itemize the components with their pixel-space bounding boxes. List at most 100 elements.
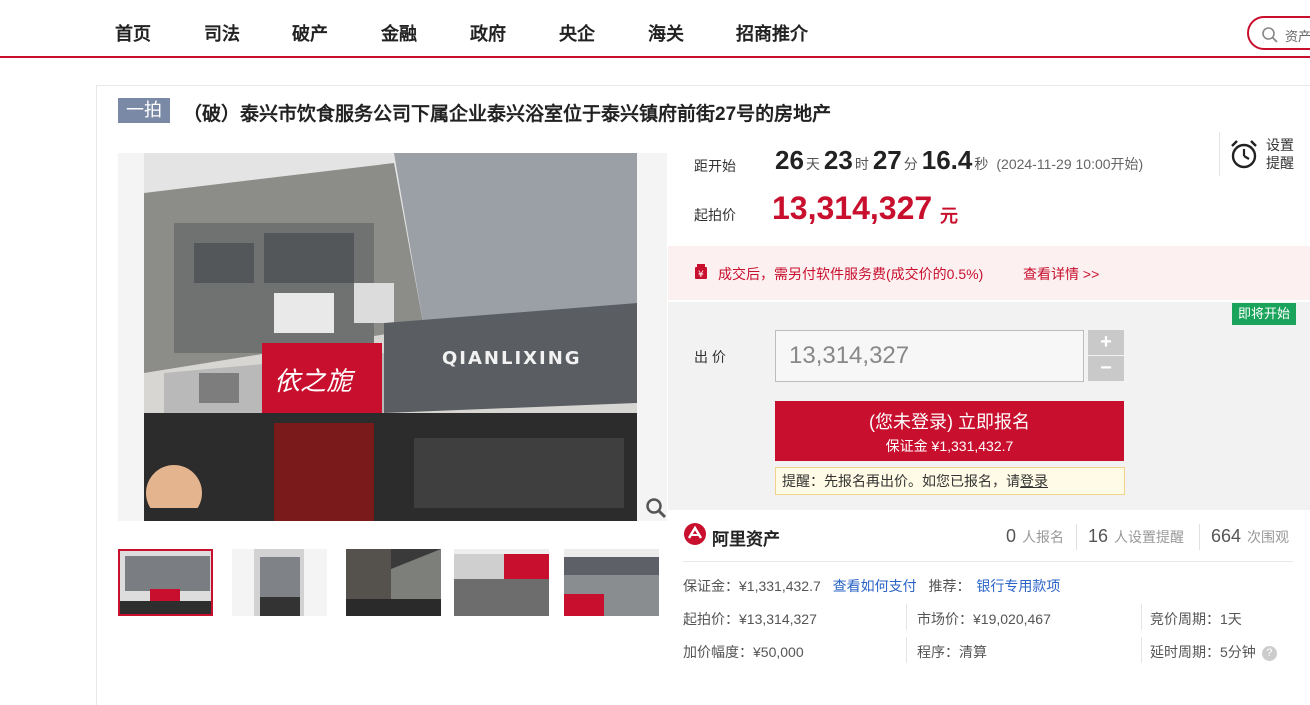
extension-row: 延时周期：5分钟? — [1150, 642, 1277, 662]
platform-name: 阿里资产 — [712, 530, 780, 549]
increment-row: 加价幅度：¥50,000 — [683, 642, 804, 662]
tip-text: 提醒：先报名再出价。如您已报名，请 — [782, 473, 1020, 489]
main-photo[interactable]: 依之旎 QIANLIXING — [118, 153, 667, 521]
detail-divider — [906, 637, 907, 663]
nav-item-investment[interactable]: 招商推介 — [736, 20, 808, 46]
extension-label: 延时周期： — [1150, 644, 1220, 660]
detail-divider — [1141, 637, 1142, 663]
status-badge: 即将开始 — [1232, 303, 1297, 325]
building-photo: 依之旎 QIANLIXING — [144, 153, 637, 521]
procedure-value: 清算 — [959, 644, 987, 660]
countdown-days-unit: 天 — [805, 156, 820, 172]
thumbnail-3[interactable] — [346, 549, 441, 616]
ali-asset-logo-icon — [684, 523, 706, 545]
service-fee-notice: ¥ 成交后，需另付软件服务费(成交价的0.5%) 查看详情 >> — [668, 246, 1310, 300]
countdown-days: 26 — [775, 145, 804, 175]
start-price-label: 起拍价 — [694, 207, 736, 223]
nav-item-government[interactable]: 政府 — [470, 20, 506, 46]
nav-item-bankruptcy[interactable]: 破产 — [292, 20, 328, 46]
signup-deposit-label: 保证金 ¥1,331,432.7 — [885, 438, 1014, 454]
stat-divider — [1076, 524, 1077, 550]
detail-start-price-label: 起拍价： — [683, 611, 739, 627]
countdown-label: 距开始 — [694, 158, 736, 174]
countdown-timer: 26 天 23 时 27 分 16.4 秒 (2024-11-29 10:00开始) — [775, 145, 1143, 176]
countdown-seconds: 16.4 — [921, 145, 973, 175]
thumbnail-1[interactable] — [118, 549, 213, 616]
divider — [683, 561, 1293, 562]
auction-cycle-value: 1天 — [1220, 611, 1242, 627]
start-price-unit: 元 — [940, 206, 958, 226]
increment-label: 加价幅度： — [683, 644, 753, 660]
signup-button[interactable]: (您未登录) 立即报名 保证金 ¥1,331,432.7 — [775, 401, 1124, 461]
deposit-row: 保证金：¥1,331,432.7 查看如何支付 推荐： 银行专用款项 — [683, 576, 1060, 596]
help-icon[interactable]: ? — [1261, 646, 1277, 661]
thumbnail-4[interactable] — [454, 549, 549, 616]
market-price-label: 市场价： — [917, 611, 973, 627]
login-link[interactable]: 登录 — [1020, 473, 1048, 489]
nav-item-home[interactable]: 首页 — [115, 20, 151, 46]
auction-cycle-row: 竞价周期：1天 — [1150, 609, 1242, 629]
start-time: (2024-11-29 10:00开始) — [996, 156, 1144, 172]
signup-count-label: 人报名 — [1022, 529, 1065, 545]
storefront-sign-grey: QIANLIXING — [442, 348, 582, 369]
reminder-count-label: 人设置提醒 — [1114, 529, 1185, 545]
bid-label: 出 价 — [694, 349, 726, 365]
detail-start-price-value: ¥13,314,327 — [739, 611, 817, 627]
extension-value: 5分钟 — [1220, 644, 1256, 660]
view-count-label: 次围观 — [1247, 529, 1290, 545]
procedure-row: 程序：清算 — [917, 642, 987, 662]
nav-item-judicial[interactable]: 司法 — [204, 20, 240, 46]
auction-round-tag: 一拍 — [118, 98, 170, 123]
signup-button-label: (您未登录) 立即报名 — [869, 412, 1030, 432]
service-fee-text: 成交后，需另付软件服务费(成交价的0.5%) — [718, 266, 984, 282]
page-title: （破）泰兴市饮食服务公司下属企业泰兴浴室位于泰兴镇府前街27号的房地产 — [183, 104, 832, 125]
auction-cycle-label: 竞价周期： — [1150, 611, 1220, 627]
deposit-label: 保证金： — [683, 578, 739, 594]
countdown-hours-unit: 时 — [854, 156, 869, 172]
signup-count-value: 0 — [1006, 526, 1017, 546]
bid-amount-input[interactable]: 13,314,327 — [775, 330, 1084, 382]
alarm-clock-icon — [1231, 140, 1257, 169]
countdown-hours: 23 — [823, 145, 853, 175]
deposit-value: ¥1,331,432.7 — [739, 578, 821, 594]
market-price-row: 市场价：¥19,020,467 — [917, 609, 1051, 629]
detail-divider — [906, 604, 907, 630]
fee-details-link[interactable]: 查看详情 >> — [1023, 264, 1099, 284]
login-reminder-tip: 提醒：先报名再出价。如您已报名，请登录 — [775, 467, 1125, 495]
top-navigation: 首页 司法 破产 金融 政府 央企 海关 招商推介 资产 — [0, 0, 1310, 58]
svg-text:¥: ¥ — [698, 270, 704, 280]
increment-value: ¥50,000 — [753, 644, 804, 660]
countdown-minutes: 27 — [872, 145, 902, 175]
nav-item-finance[interactable]: 金融 — [381, 20, 417, 46]
detail-divider — [1141, 604, 1142, 630]
countdown-seconds-unit: 秒 — [974, 156, 989, 172]
decrease-bid-button[interactable]: − — [1088, 356, 1124, 381]
start-price-value: 13,314,327 — [772, 190, 933, 226]
bank-payment-link[interactable]: 银行专用款项 — [976, 578, 1060, 594]
how-to-pay-link[interactable]: 查看如何支付 — [833, 578, 917, 594]
nav-item-central-enterprise[interactable]: 央企 — [559, 20, 595, 46]
search-icon — [1262, 27, 1278, 43]
view-count: 664 次围观 — [1211, 526, 1289, 547]
recommend-label: 推荐： — [928, 578, 971, 594]
stat-divider — [1199, 524, 1200, 550]
signup-count: 0 人报名 — [1006, 526, 1064, 547]
increase-bid-button[interactable]: + — [1088, 330, 1124, 355]
thumbnail-2[interactable] — [232, 549, 327, 616]
zoom-icon[interactable] — [645, 497, 667, 519]
search-input[interactable]: 资产 — [1247, 16, 1310, 50]
thumbnail-5[interactable] — [564, 549, 659, 616]
procedure-label: 程序： — [917, 644, 959, 660]
set-reminder-button[interactable]: 设置提醒 — [1219, 132, 1309, 176]
market-price-value: ¥19,020,467 — [973, 611, 1051, 627]
fee-icon: ¥ — [695, 264, 707, 280]
start-price-row: 起拍价：¥13,314,327 — [683, 609, 817, 629]
set-reminder-label: 设置提醒 — [1266, 137, 1294, 171]
search-placeholder: 资产 — [1285, 29, 1310, 44]
view-count-value: 664 — [1211, 526, 1242, 546]
countdown-minutes-unit: 分 — [903, 156, 918, 172]
reminder-count-value: 16 — [1088, 526, 1109, 546]
storefront-sign-red: 依之旎 — [274, 367, 356, 397]
reminder-count: 16 人设置提醒 — [1088, 526, 1184, 547]
nav-item-customs[interactable]: 海关 — [648, 20, 684, 46]
